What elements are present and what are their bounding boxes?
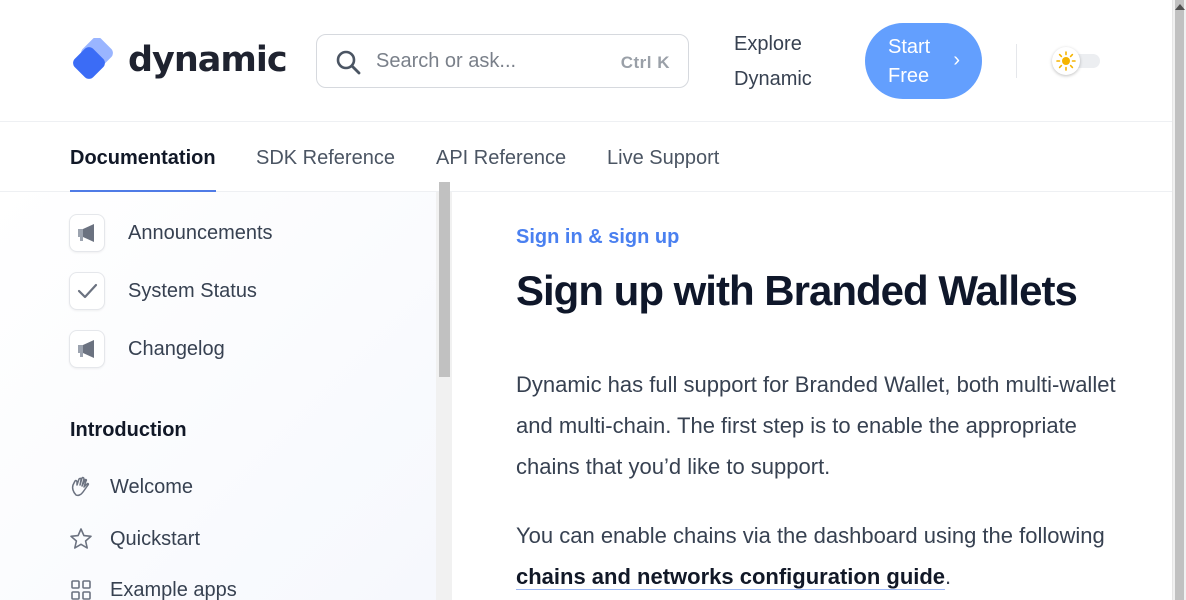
header-divider: [1016, 44, 1017, 78]
search-bar[interactable]: Search or ask... Ctrl K: [316, 34, 689, 88]
tab-live-support[interactable]: Live Support: [607, 147, 719, 192]
sidebar-scrollbar[interactable]: [436, 182, 452, 600]
chevron-right-icon: ›: [953, 49, 960, 71]
start-free-label: Start Free: [888, 36, 931, 87]
search-placeholder: Search or ask...: [376, 50, 517, 72]
section-tabs: Documentation SDK Reference API Referenc…: [0, 122, 1172, 192]
sidebar-link-label: Changelog: [128, 337, 225, 360]
sidebar-item-example-apps[interactable]: Example apps: [69, 578, 237, 600]
sidebar: Announcements System Status Changelog In…: [0, 192, 436, 600]
paragraph-text: .: [945, 564, 952, 589]
tab-api-reference[interactable]: API Reference: [436, 147, 566, 192]
start-free-button[interactable]: Start Free ›: [865, 23, 982, 99]
main-content: Sign in & sign up Sign up with Branded W…: [452, 192, 1172, 600]
window-scrollbar-thumb[interactable]: [1175, 0, 1184, 600]
logo-text: dynamic: [128, 40, 288, 80]
intro-paragraph: Dynamic has full support for Branded Wal…: [516, 372, 1116, 479]
search-shortcut: Ctrl K: [620, 53, 670, 72]
sidebar-item-label: Quickstart: [110, 527, 201, 550]
megaphone-icon: [69, 214, 105, 252]
dynamic-logo-icon: [70, 37, 118, 82]
sidebar-link-announcements[interactable]: Announcements: [69, 214, 273, 252]
theme-toggle[interactable]: [1052, 47, 1100, 75]
window-scrollbar[interactable]: [1172, 0, 1186, 600]
sidebar-item-label: Welcome: [110, 475, 193, 498]
sidebar-link-changelog[interactable]: Changelog: [69, 330, 225, 368]
sidebar-link-label: Announcements: [128, 221, 273, 244]
sun-icon: [1056, 51, 1076, 71]
scroll-up-arrow-icon[interactable]: [1175, 4, 1185, 10]
sidebar-item-quickstart[interactable]: Quickstart: [69, 527, 200, 551]
tab-sdk-reference[interactable]: SDK Reference: [256, 147, 395, 192]
breadcrumb[interactable]: Sign in & sign up: [516, 226, 679, 249]
top-header: dynamic Search or ask... Ctrl K Explore …: [0, 0, 1172, 122]
grid-icon: [69, 578, 93, 600]
chains-config-guide-link[interactable]: chains and networks configuration guide: [516, 564, 946, 590]
page-title: Sign up with Branded Wallets: [516, 267, 1078, 314]
sidebar-scrollbar-thumb[interactable]: [439, 182, 450, 377]
sidebar-item-label: Example apps: [110, 578, 237, 600]
chains-paragraph: You can enable chains via the dashboard …: [516, 515, 1126, 597]
waving-hand-icon: [69, 475, 93, 499]
toggle-knob: [1052, 47, 1080, 75]
sidebar-section-heading: Introduction: [70, 419, 187, 441]
check-icon: [69, 272, 105, 310]
logo[interactable]: dynamic: [70, 37, 288, 82]
sidebar-item-welcome[interactable]: Welcome: [69, 475, 193, 499]
star-icon: [69, 527, 93, 551]
tab-documentation[interactable]: Documentation: [70, 147, 216, 192]
megaphone-icon: [69, 330, 105, 368]
paragraph-text: You can enable chains via the dashboard …: [516, 523, 1105, 548]
sidebar-link-system-status[interactable]: System Status: [69, 272, 257, 310]
docs-page: dynamic Search or ask... Ctrl K Explore …: [0, 0, 1172, 600]
sidebar-link-label: System Status: [128, 279, 257, 302]
search-icon: [335, 49, 361, 75]
explore-dynamic-link[interactable]: Explore Dynamic: [734, 27, 834, 97]
